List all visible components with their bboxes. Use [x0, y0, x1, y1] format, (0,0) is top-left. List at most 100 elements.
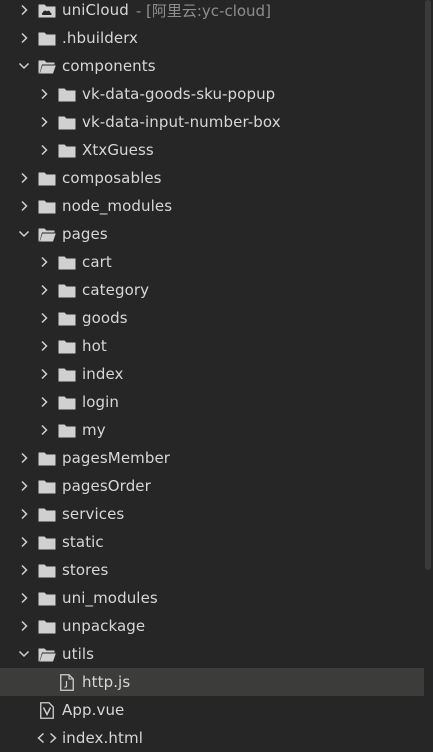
- tree-item-uni-modules[interactable]: uni_modules: [0, 584, 424, 612]
- folder-icon: [57, 281, 77, 299]
- folder-icon: [37, 505, 57, 523]
- folder-open-icon: [37, 225, 57, 243]
- chevron-down-icon[interactable]: [17, 59, 31, 73]
- tree-item-goods[interactable]: goods: [0, 304, 424, 332]
- chevron-right-icon[interactable]: [37, 283, 51, 297]
- chevron-right-icon[interactable]: [17, 3, 31, 17]
- chevron-right-icon[interactable]: [17, 451, 31, 465]
- folder-icon: [57, 253, 77, 271]
- chevron-down-icon[interactable]: [17, 647, 31, 661]
- tree-item-hbuilderx[interactable]: .hbuilderx: [0, 24, 424, 52]
- tree-item-label: utils: [62, 645, 95, 663]
- chevron-right-icon[interactable]: [17, 507, 31, 521]
- chevron-right-icon[interactable]: [37, 115, 51, 129]
- tree-item-label: XtxGuess: [82, 141, 154, 159]
- tree-item-label: index: [82, 365, 124, 383]
- chevron-right-icon[interactable]: [17, 31, 31, 45]
- folder-icon: [57, 85, 77, 103]
- chevron-right-icon[interactable]: [17, 591, 31, 605]
- chevron-right-icon[interactable]: [37, 339, 51, 353]
- tree-item-app-vue[interactable]: App.vue: [0, 696, 424, 724]
- folder-icon: [37, 617, 57, 635]
- tree-item-vk-data-input-number-box[interactable]: vk-data-input-number-box: [0, 108, 424, 136]
- tree-item-label: category: [82, 281, 150, 299]
- folder-open-icon: [37, 645, 57, 663]
- chevron-right-icon[interactable]: [17, 479, 31, 493]
- tree-item-label: index.html: [62, 729, 143, 747]
- chevron-right-icon[interactable]: [37, 255, 51, 269]
- tree-item-category[interactable]: category: [0, 276, 424, 304]
- folder-icon: [57, 393, 77, 411]
- tree-item-label: goods: [82, 309, 128, 327]
- tree-item-label: static: [62, 533, 104, 551]
- tree-item-index[interactable]: index: [0, 360, 424, 388]
- tree-item-http-js[interactable]: http.js: [0, 668, 424, 696]
- chevron-right-icon[interactable]: [37, 367, 51, 381]
- project-explorer-tree: uniCloud - [阿里云:yc-cloud] .hbuilderx compon…: [0, 0, 424, 752]
- tree-item-label: my: [82, 421, 106, 439]
- chevron-right-icon[interactable]: [37, 395, 51, 409]
- folder-icon: [57, 309, 77, 327]
- tree-item-pagesmember[interactable]: pagesMember: [0, 444, 424, 472]
- tree-item-node-modules[interactable]: node_modules: [0, 192, 424, 220]
- html-file-icon: [37, 729, 57, 747]
- folder-icon: [57, 421, 77, 439]
- vertical-scrollbar[interactable]: [425, 0, 431, 570]
- tree-item-vk-data-goods-sku-popup[interactable]: vk-data-goods-sku-popup: [0, 80, 424, 108]
- tree-item-label: vk-data-goods-sku-popup: [82, 85, 276, 103]
- tree-item-label: uniCloud: [62, 1, 129, 19]
- folder-icon: [37, 29, 57, 47]
- tree-item-label: hot: [82, 337, 107, 355]
- tree-item-pages[interactable]: pages: [0, 220, 424, 248]
- tree-item-label: login: [82, 393, 120, 411]
- chevron-right-icon[interactable]: [17, 619, 31, 633]
- tree-item-hot[interactable]: hot: [0, 332, 424, 360]
- tree-item-label: vk-data-input-number-box: [82, 113, 281, 131]
- chevron-right-icon[interactable]: [17, 535, 31, 549]
- chevron-right-icon[interactable]: [37, 87, 51, 101]
- chevron-right-icon[interactable]: [37, 143, 51, 157]
- chevron-right-icon[interactable]: [17, 171, 31, 185]
- tree-item-login[interactable]: login: [0, 388, 424, 416]
- folder-icon: [57, 365, 77, 383]
- chevron-down-icon[interactable]: [17, 227, 31, 241]
- cloud-folder-icon: [37, 1, 57, 19]
- folder-icon: [57, 141, 77, 159]
- tree-item-cart[interactable]: cart: [0, 248, 424, 276]
- tree-item-label: node_modules: [62, 197, 173, 215]
- tree-item-static[interactable]: static: [0, 528, 424, 556]
- folder-icon: [57, 337, 77, 355]
- tree-item-label: components: [62, 57, 156, 75]
- tree-item-unicloud[interactable]: uniCloud - [阿里云:yc-cloud]: [0, 0, 424, 24]
- cloud-space-annotation: - [阿里云:yc-cloud]: [135, 1, 271, 20]
- tree-item-label: composables: [62, 169, 162, 187]
- tree-item-unpackage[interactable]: unpackage: [0, 612, 424, 640]
- tree-item-index-html[interactable]: index.html: [0, 724, 424, 752]
- folder-icon: [37, 197, 57, 215]
- tree-item-components[interactable]: components: [0, 52, 424, 80]
- folder-open-icon: [37, 57, 57, 75]
- tree-item-label: .hbuilderx: [62, 29, 139, 47]
- tree-item-pagesorder[interactable]: pagesOrder: [0, 472, 424, 500]
- chevron-right-icon[interactable]: [37, 423, 51, 437]
- tree-item-services[interactable]: services: [0, 500, 424, 528]
- tree-item-xtxguess[interactable]: XtxGuess: [0, 136, 424, 164]
- folder-icon: [37, 533, 57, 551]
- folder-icon: [37, 589, 57, 607]
- tree-item-my[interactable]: my: [0, 416, 424, 444]
- chevron-right-icon[interactable]: [17, 199, 31, 213]
- folder-icon: [37, 561, 57, 579]
- chevron-right-icon[interactable]: [37, 311, 51, 325]
- chevron-right-icon[interactable]: [17, 563, 31, 577]
- tree-item-utils[interactable]: utils: [0, 640, 424, 668]
- tree-item-composables[interactable]: composables: [0, 164, 424, 192]
- folder-icon: [37, 169, 57, 187]
- tree-item-label: uni_modules: [62, 589, 158, 607]
- tree-item-label: unpackage: [62, 617, 146, 635]
- tree-item-label: pagesMember: [62, 449, 171, 467]
- tree-item-label: cart: [82, 253, 112, 271]
- tree-item-label: pagesOrder: [62, 477, 151, 495]
- folder-icon: [57, 113, 77, 131]
- folder-icon: [37, 449, 57, 467]
- tree-item-stores[interactable]: stores: [0, 556, 424, 584]
